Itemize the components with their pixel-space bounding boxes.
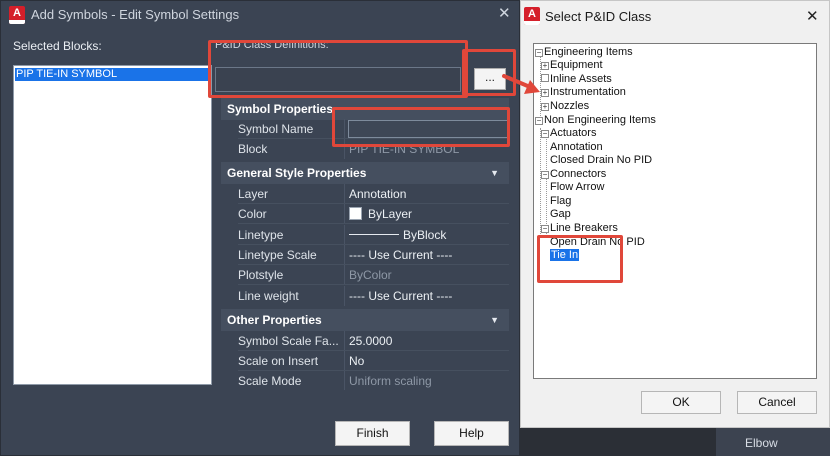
tree-node-equipment[interactable]: + Equipment (541, 59, 603, 72)
tree-node-non-engineering-items[interactable]: − Non Engineering Items (535, 114, 656, 127)
section-title: Other Properties (227, 313, 322, 327)
divider (344, 225, 345, 245)
selected-block-item[interactable]: PIP TIE-IN SYMBOL (15, 68, 210, 81)
prop-row-color[interactable]: Color ByLayer (221, 204, 509, 224)
linetype-value: ByBlock (403, 228, 447, 242)
background-app-panel: Elbow (716, 428, 830, 456)
divider (344, 265, 345, 285)
tree-node-line-breakers[interactable]: − Line Breakers (541, 222, 618, 235)
prop-row-linetype-scale[interactable]: Linetype Scale ---- Use Current ---- (221, 245, 509, 265)
expand-icon[interactable]: + (541, 62, 549, 70)
prop-value-linetype: ByBlock (349, 228, 446, 242)
title-bar: A Add Symbols - Edit Symbol Settings ✕ (1, 1, 519, 28)
collapse-icon[interactable]: − (541, 130, 549, 138)
row-line (238, 284, 509, 285)
prop-row-layer[interactable]: Layer Annotation (221, 184, 509, 204)
section-title: Symbol Properties (227, 102, 334, 116)
color-swatch (349, 207, 362, 220)
prop-row-scale-mode[interactable]: Scale Mode Uniform scaling (221, 371, 509, 390)
collapse-icon[interactable]: − (535, 49, 543, 57)
divider (344, 331, 345, 351)
autocad-app-icon: A (9, 6, 25, 24)
dialog-title: Add Symbols - Edit Symbol Settings (31, 7, 240, 22)
tree-node-instrumentation[interactable]: + Instrumentation (541, 86, 626, 99)
prop-value: ByColor (349, 268, 392, 282)
prop-name: Symbol Scale Fa... (238, 334, 339, 348)
tree-node-actuators[interactable]: − Actuators (541, 127, 596, 140)
close-icon[interactable]: ✕ (806, 7, 819, 25)
prop-name: Symbol Name (238, 122, 314, 136)
tree-node-gap[interactable]: Gap (550, 208, 571, 221)
cancel-button[interactable]: Cancel (737, 391, 817, 414)
highlight-tie-in (537, 235, 623, 283)
prop-row-line-weight[interactable]: Line weight ---- Use Current ---- (221, 286, 509, 306)
section-general-style-properties[interactable]: General Style Properties ▼ (221, 162, 509, 184)
prop-name: Scale on Insert (238, 354, 319, 368)
collapse-icon[interactable]: − (541, 171, 549, 179)
tree-node-connectors[interactable]: − Connectors (541, 168, 606, 181)
tree-node-flag[interactable]: Flag (550, 195, 571, 208)
expand-icon[interactable]: + (541, 103, 549, 111)
annotation-arrow-icon (502, 74, 540, 94)
highlight-pid-class-field (208, 40, 468, 98)
divider (344, 204, 345, 224)
color-value: ByLayer (368, 207, 413, 221)
prop-name: Color (238, 207, 267, 221)
tree-node-nozzles[interactable]: + Nozzles (541, 100, 589, 113)
prop-value: Annotation (349, 187, 407, 201)
tree-node-flow-arrow[interactable]: Flow Arrow (550, 181, 604, 194)
prop-value: Uniform scaling (349, 374, 432, 388)
linetype-preview (349, 234, 399, 235)
prop-row-symbol-scale-factor[interactable]: Symbol Scale Fa... 25.0000 (221, 331, 509, 351)
divider (344, 371, 345, 390)
prop-value-color: ByLayer (349, 207, 412, 221)
prop-row-linetype[interactable]: Linetype ByBlock (221, 225, 509, 245)
section-title: General Style Properties (227, 166, 367, 180)
divider (344, 245, 345, 265)
tree-connector (540, 128, 541, 236)
highlight-symbol-name (332, 107, 510, 147)
row-line (238, 223, 509, 224)
prop-value: ---- Use Current ---- (349, 289, 453, 303)
elbow-label: Elbow (745, 436, 778, 450)
prop-name: Plotstyle (238, 268, 284, 282)
prop-value: ---- Use Current ---- (349, 248, 453, 262)
select-pid-class-dialog: A Select P&ID Class ✕ − Engineering Items… (520, 0, 830, 428)
dialog-title: Select P&ID Class (545, 9, 652, 24)
tree-node-engineering-items[interactable]: − Engineering Items (535, 46, 633, 59)
prop-value: No (349, 354, 365, 368)
prop-name: Layer (238, 187, 269, 201)
tree-connector (546, 136, 547, 236)
close-icon[interactable]: ✕ (498, 4, 511, 22)
selected-blocks-list[interactable]: PIP TIE-IN SYMBOL (13, 65, 212, 385)
selected-blocks-label: Selected Blocks: (13, 39, 102, 53)
prop-name: Block (238, 142, 268, 156)
edit-symbol-settings-dialog: A Add Symbols - Edit Symbol Settings ✕ S… (0, 0, 520, 456)
prop-value: 25.0000 (349, 334, 393, 348)
prop-row-scale-on-insert[interactable]: Scale on Insert No (221, 351, 509, 371)
prop-name: Linetype Scale (238, 248, 317, 262)
prop-row-plotstyle[interactable]: Plotstyle ByColor (221, 265, 509, 285)
collapse-caret-icon[interactable]: ▼ (490, 162, 499, 184)
ok-button[interactable]: OK (641, 391, 721, 414)
collapse-caret-icon[interactable]: ▼ (490, 309, 499, 331)
divider (344, 286, 345, 306)
tree-node-annotation[interactable]: Annotation (550, 141, 603, 154)
finish-button[interactable]: Finish (335, 421, 410, 446)
divider (344, 184, 345, 204)
collapse-icon[interactable]: − (541, 225, 549, 233)
autocad-app-icon: A (524, 7, 540, 25)
prop-name: Linetype (238, 228, 284, 242)
help-button[interactable]: Help (434, 421, 509, 446)
section-other-properties[interactable]: Other Properties ▼ (221, 309, 509, 331)
divider (344, 351, 345, 371)
tree-node-inline-assets[interactable]: Inline Assets (541, 73, 612, 86)
prop-name: Scale Mode (238, 374, 302, 388)
collapse-icon[interactable]: − (535, 117, 543, 125)
pid-class-tree[interactable]: − Engineering Items + Equipment Inline Ass… (533, 43, 817, 379)
tree-node-closed-drain[interactable]: Closed Drain No PID (550, 154, 652, 167)
prop-name: Line weight (238, 289, 299, 303)
